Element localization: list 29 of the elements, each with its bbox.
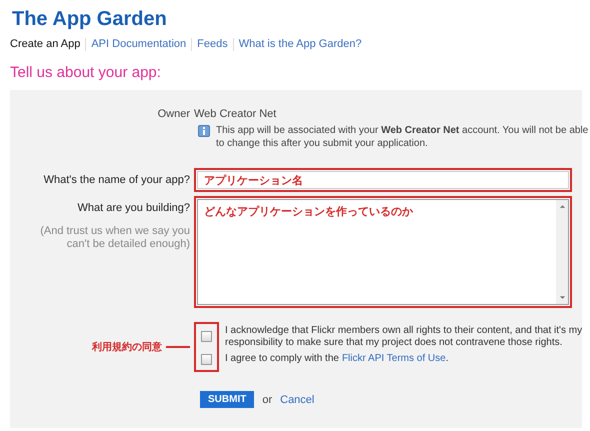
nav-link[interactable]: Create an App	[10, 38, 86, 50]
notice-text: This app will be associated with your Web Creator Net account. You will not be able to change this after you submit your application.	[216, 124, 590, 150]
scroll-down-icon[interactable]	[558, 295, 566, 300]
cancel-link[interactable]: Cancel	[280, 394, 314, 406]
nav-link[interactable]: Feeds	[197, 38, 233, 50]
checkbox[interactable]	[201, 354, 212, 364]
scroll-up-icon[interactable]	[558, 204, 566, 209]
field-label: What are you building?	[77, 202, 190, 214]
text-area[interactable]: どんなアプリケーションを作っているのか	[197, 199, 569, 305]
agreement-text: I acknowledge that Flickr members own all rights to their content, and that it's my responsibility to make sure that my project does not contravene those rights.	[225, 325, 582, 348]
terms-link[interactable]: Flickr API Terms of Use	[342, 353, 446, 364]
agreement-text: I agree to comply with the Flickr API Terms of Use.	[225, 353, 448, 364]
field-hint: (And trust us when we say you can't be detailed enough)	[39, 225, 190, 251]
owner-name: Web Creator Net	[194, 108, 278, 120]
text-area-value: どんなアプリケーションを作っているのか	[204, 204, 413, 219]
scrollbar[interactable]	[556, 200, 568, 304]
section-heading: Tell us about your app:	[10, 64, 162, 82]
input-field[interactable]: アプリケーション名	[197, 171, 569, 189]
site-title: The App Garden	[12, 7, 168, 32]
submit-button[interactable]: SUBMIT	[200, 391, 254, 408]
field-label: Owner	[158, 108, 190, 120]
nav-link[interactable]: API Documentation	[91, 38, 192, 50]
nav-link[interactable]: What is the App Garden?	[238, 38, 367, 50]
checkbox[interactable]	[201, 330, 212, 342]
leader-line	[166, 346, 190, 348]
info-icon	[198, 125, 210, 137]
or-text: or	[262, 394, 272, 406]
field-label: What's the name of your app?	[44, 174, 190, 186]
annotation-text: 利用規約の同意	[92, 340, 162, 354]
